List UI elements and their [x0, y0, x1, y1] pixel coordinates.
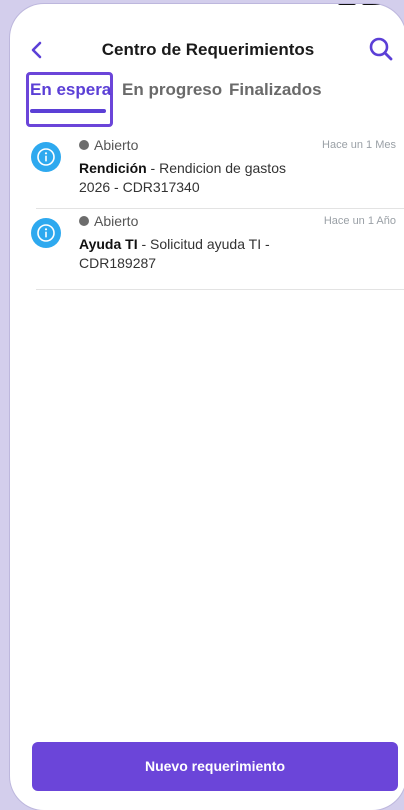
divider [36, 289, 404, 290]
request-category: Ayuda TI [79, 236, 138, 252]
timestamp: Hace un 1 Mes [322, 139, 396, 151]
tab-finalizados[interactable]: Finalizados [229, 80, 322, 100]
request-category: Rendición [79, 160, 147, 176]
new-request-button[interactable]: Nuevo requerimiento [32, 742, 398, 791]
search-icon [369, 37, 393, 61]
status-label: Abierto [79, 213, 138, 229]
timestamp: Hace un 1 Año [323, 215, 396, 227]
list-item[interactable]: Abierto Hace un 1 Año Ayuda TI - Solicit… [10, 208, 404, 284]
tab-en-espera[interactable]: En espera [30, 80, 111, 100]
status-bar [52, 4, 82, 5]
page-title: Centro de Requerimientos [101, 40, 315, 59]
request-text: Ayuda TI - Solicitud ayuda TI - CDR18928… [79, 235, 299, 273]
status-label: Abierto [79, 137, 138, 153]
signal-icon [338, 4, 356, 5]
tab-en-progreso[interactable]: En progreso [122, 80, 222, 100]
info-icon [31, 218, 61, 248]
app-header: Centro de Requerimientos [10, 32, 404, 68]
search-button[interactable] [367, 35, 395, 63]
tab-active-indicator [30, 109, 106, 113]
request-text: Rendición - Rendicion de gastos 2026 - C… [79, 159, 299, 197]
battery-icon [362, 4, 386, 5]
phone-screen: Centro de Requerimientos En espera En pr… [10, 4, 404, 810]
list-item[interactable]: Abierto Hace un 1 Mes Rendición - Rendic… [10, 132, 404, 208]
status-dot-icon [79, 216, 89, 226]
request-list: Abierto Hace un 1 Mes Rendición - Rendic… [10, 132, 404, 290]
status-dot-icon [79, 140, 89, 150]
info-icon [31, 142, 61, 172]
tab-bar: En espera En progreso Finalizados [10, 72, 404, 128]
